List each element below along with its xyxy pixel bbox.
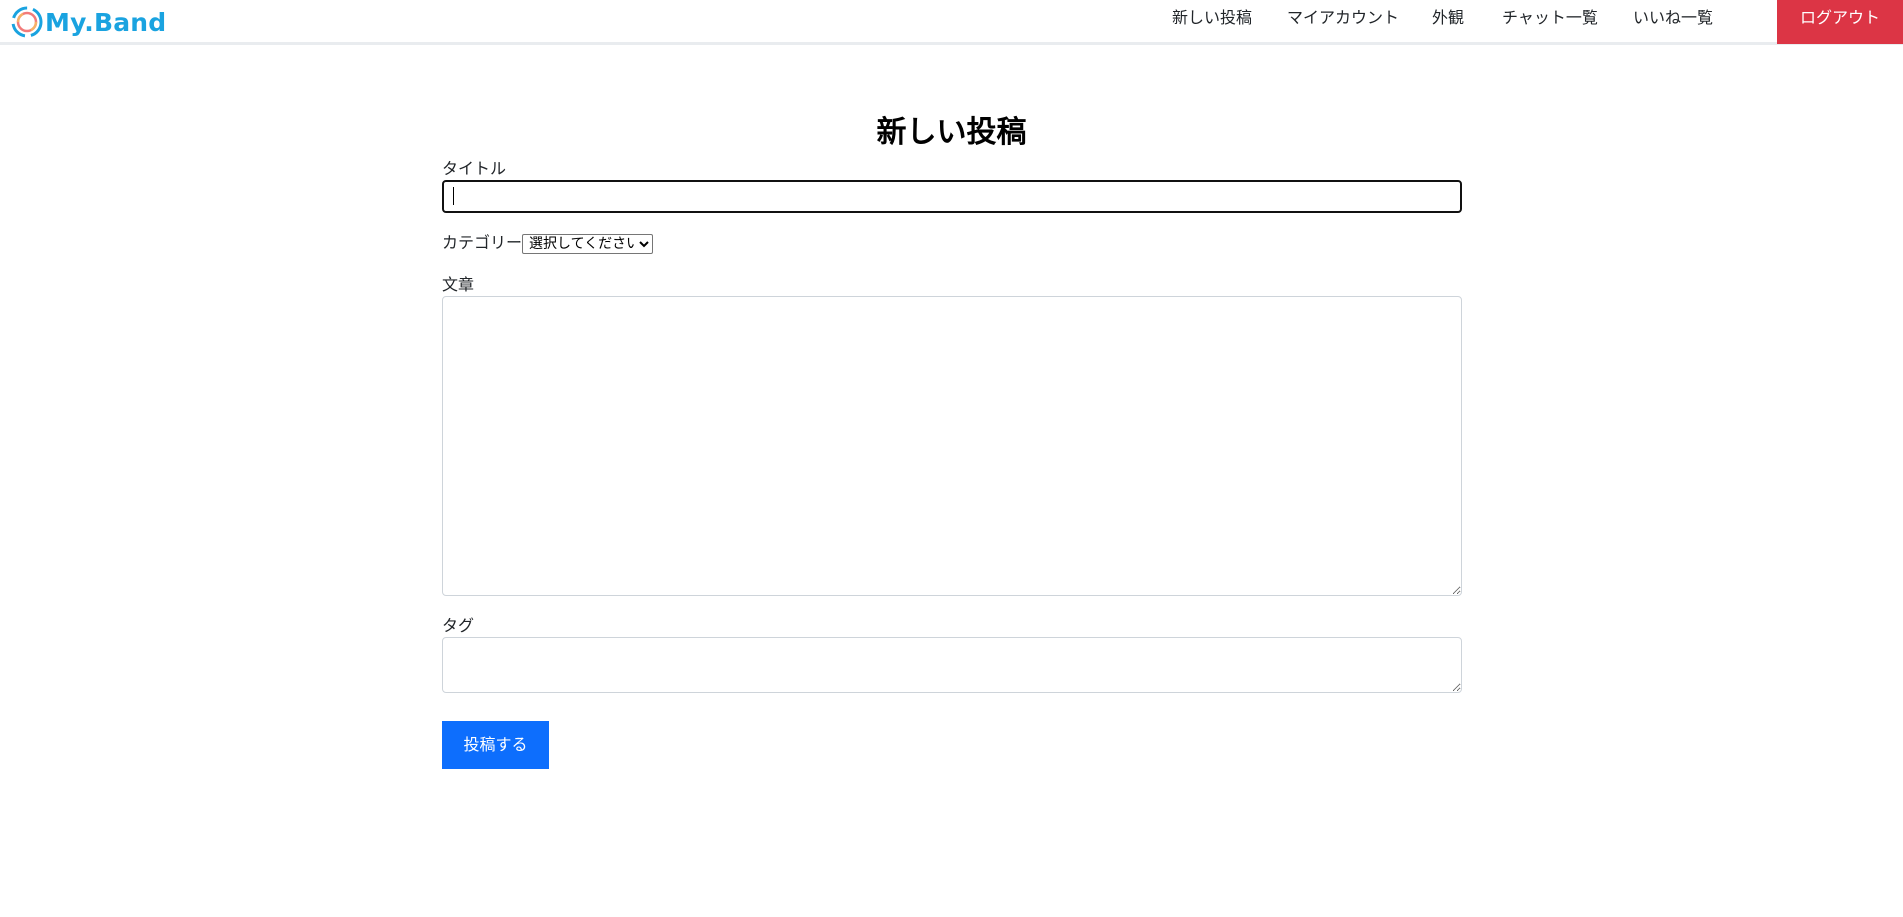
nav-new-post[interactable]: 新しい投稿 <box>1172 0 1252 42</box>
body-label: 文章 <box>442 275 475 294</box>
title-input[interactable] <box>442 180 1462 213</box>
logout-button[interactable]: ログアウト <box>1777 0 1903 44</box>
tag-textarea[interactable] <box>442 637 1462 693</box>
tag-label: タグ <box>442 616 475 635</box>
logo-text: My.Band <box>45 7 167 37</box>
title-label: タイトル <box>442 159 507 178</box>
site-logo[interactable]: My.Band <box>9 4 166 40</box>
nav-appearance[interactable]: 外観 <box>1432 0 1464 42</box>
body-textarea[interactable] <box>442 296 1462 596</box>
nav-my-account[interactable]: マイアカウント <box>1287 0 1399 42</box>
category-select[interactable]: 選択してください <box>522 234 653 254</box>
logo-icon <box>11 6 43 38</box>
site-header: My.Band 新しい投稿 マイアカウント 外観 チャット一覧 いいね一覧 ログ… <box>0 0 1903 45</box>
submit-post-button[interactable]: 投稿する <box>442 721 549 769</box>
nav-chat-list[interactable]: チャット一覧 <box>1502 0 1598 42</box>
text-cursor <box>453 187 454 205</box>
category-label: カテゴリー <box>442 233 523 252</box>
nav-likes-list[interactable]: いいね一覧 <box>1633 0 1713 42</box>
page-title: 新しい投稿 <box>876 115 1027 150</box>
